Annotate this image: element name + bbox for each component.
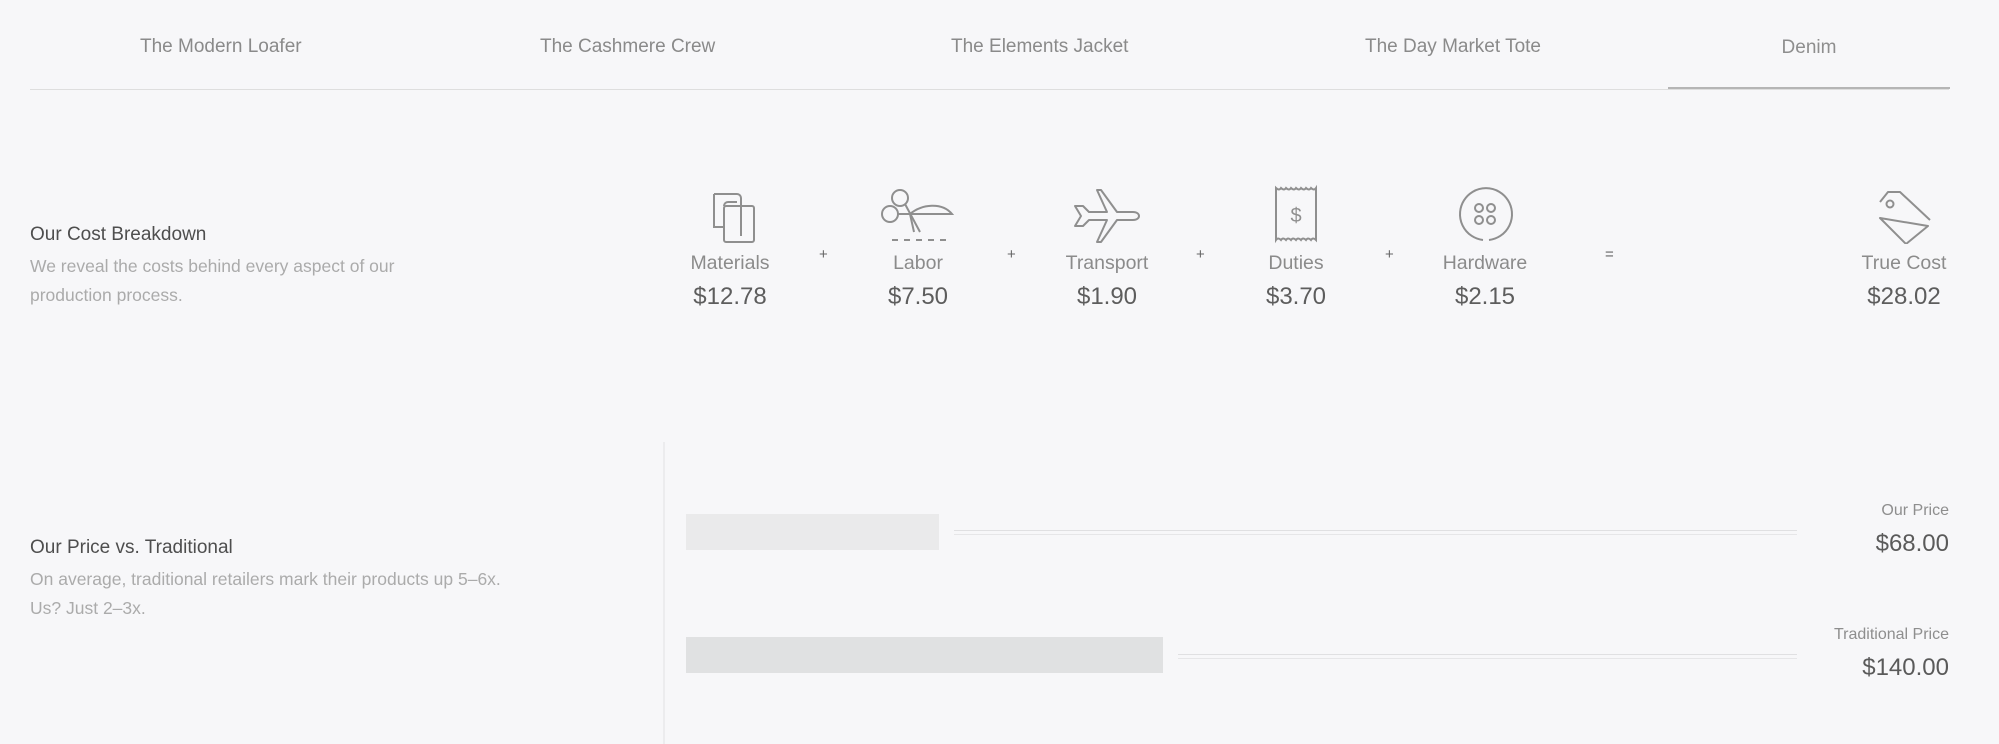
true-cost-value: $28.02 bbox=[1867, 283, 1941, 310]
svg-text:$: $ bbox=[1290, 205, 1301, 227]
plus-operator: + bbox=[819, 246, 828, 263]
cost-breakdown-description: We reveal the costs behind every aspect … bbox=[30, 256, 395, 305]
traditional-price-bar bbox=[686, 637, 1163, 673]
airplane-icon bbox=[1037, 180, 1177, 244]
cost-item-duties: $ Duties $3.70 bbox=[1226, 180, 1366, 311]
button-icon bbox=[1415, 180, 1555, 244]
our-price-label: Our Price bbox=[1881, 502, 1949, 519]
true-cost-label: True Cost bbox=[1861, 252, 1947, 274]
tab-denim[interactable]: Denim bbox=[1668, 0, 1950, 89]
cost-label: Duties bbox=[1268, 252, 1324, 274]
cost-label: Labor bbox=[893, 252, 943, 274]
product-tabs: The Modern Loafer The Cashmere Crew The … bbox=[30, 0, 1950, 90]
cost-breakdown-heading: Our Cost Breakdown We reveal the costs b… bbox=[30, 224, 470, 310]
traditional-price-value: $140.00 bbox=[1862, 654, 1949, 681]
cost-label: Materials bbox=[690, 252, 770, 274]
cost-value: $7.50 bbox=[887, 283, 949, 310]
tab-modern-loafer[interactable]: The Modern Loafer bbox=[140, 36, 302, 58]
cost-label: Hardware bbox=[1442, 252, 1528, 274]
price-comparison-description: On average, traditional retailers mark t… bbox=[30, 569, 501, 618]
plus-operator: + bbox=[1007, 246, 1016, 263]
cost-value: $3.70 bbox=[1265, 283, 1327, 310]
scissors-icon bbox=[848, 180, 988, 244]
tab-cashmere-crew[interactable]: The Cashmere Crew bbox=[540, 36, 715, 58]
cost-value: $12.78 bbox=[693, 283, 767, 310]
traditional-price-leader-line bbox=[1178, 654, 1797, 659]
tab-elements-jacket[interactable]: The Elements Jacket bbox=[951, 36, 1128, 58]
tab-day-market-tote[interactable]: The Day Market Tote bbox=[1365, 36, 1541, 58]
cost-value: $2.15 bbox=[1454, 283, 1516, 310]
price-comparison-title: Our Price vs. Traditional bbox=[30, 537, 233, 558]
our-price-leader-line bbox=[954, 530, 1797, 535]
cost-item-true-cost: True Cost $28.02 bbox=[1834, 180, 1974, 311]
cost-value: $1.90 bbox=[1076, 283, 1138, 310]
price-tag-icon bbox=[1834, 180, 1974, 244]
cost-item-labor: Labor $7.50 bbox=[848, 180, 988, 311]
cost-item-hardware: Hardware $2.15 bbox=[1415, 180, 1555, 311]
our-price-value: $68.00 bbox=[1875, 530, 1949, 557]
plus-operator: + bbox=[1196, 246, 1205, 263]
cost-breakdown-title: Our Cost Breakdown bbox=[30, 224, 207, 245]
vertical-divider bbox=[663, 442, 665, 744]
receipt-icon: $ bbox=[1226, 180, 1366, 244]
cost-label: Transport bbox=[1065, 252, 1149, 274]
fabric-icon bbox=[660, 180, 800, 244]
cost-item-transport: Transport $1.90 bbox=[1037, 180, 1177, 311]
our-price-bar bbox=[686, 514, 939, 550]
cost-item-materials: Materials $12.78 bbox=[660, 180, 800, 311]
traditional-price-label: Traditional Price bbox=[1833, 626, 1949, 643]
plus-operator: + bbox=[1385, 246, 1394, 263]
price-comparison-heading: Our Price vs. Traditional On average, tr… bbox=[30, 537, 530, 623]
equals-operator: = bbox=[1605, 246, 1614, 263]
